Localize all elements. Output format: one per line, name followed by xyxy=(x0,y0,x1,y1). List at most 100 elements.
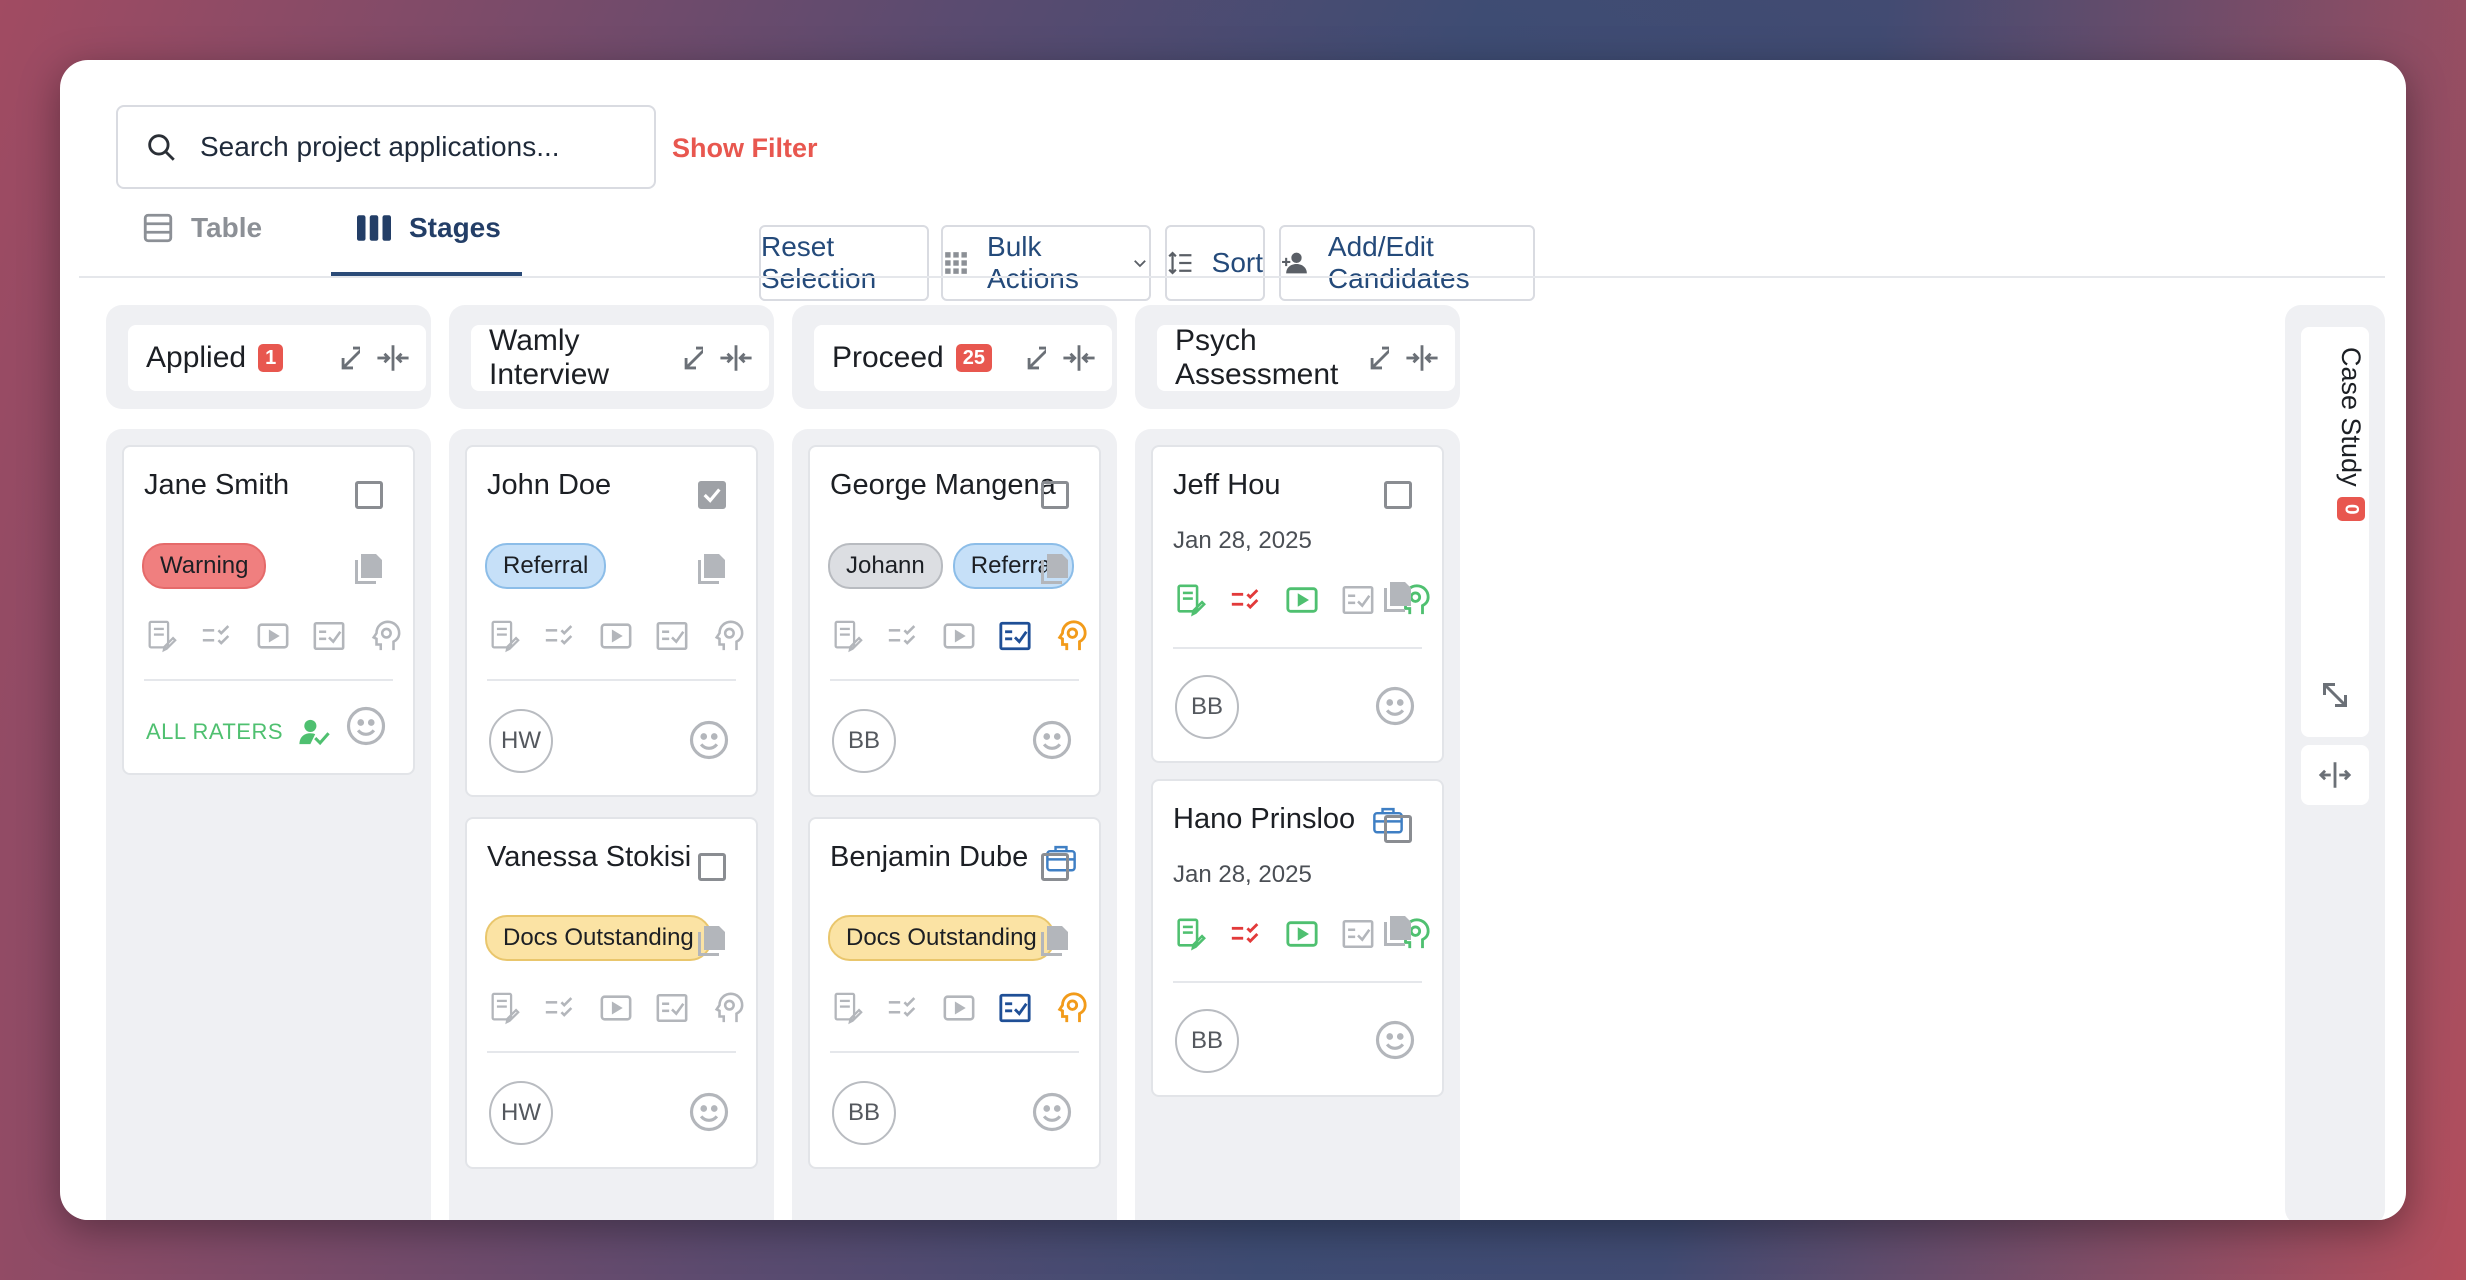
smiley-icon[interactable] xyxy=(1374,685,1416,727)
collapse-column-button[interactable] xyxy=(360,325,426,391)
application-form-icon[interactable] xyxy=(144,619,178,653)
avatar[interactable]: HW xyxy=(489,1081,553,1145)
psych-head-icon[interactable] xyxy=(711,991,745,1025)
add-edit-candidates-button[interactable]: Add/Edit Candidates xyxy=(1279,225,1535,301)
assessment-icon[interactable] xyxy=(655,991,689,1025)
copy-icon[interactable] xyxy=(1035,551,1071,587)
card-divider xyxy=(830,1051,1079,1053)
candidate-name[interactable]: Jeff Hou xyxy=(1173,469,1280,502)
bulk-actions-button[interactable]: Bulk Actions xyxy=(941,225,1151,301)
candidate-checkbox[interactable] xyxy=(1041,853,1069,881)
smiley-icon[interactable] xyxy=(688,719,730,761)
application-form-icon[interactable] xyxy=(487,991,521,1025)
smiley-icon[interactable] xyxy=(1374,1019,1416,1061)
sort-button[interactable]: Sort xyxy=(1165,225,1265,301)
copy-icon[interactable] xyxy=(692,923,728,959)
assessment-icon[interactable] xyxy=(1341,917,1375,951)
search-input[interactable]: Search project applications... xyxy=(116,105,656,189)
copy-icon[interactable] xyxy=(1035,923,1071,959)
candidate-card[interactable]: Vanessa Stokisi Docs Outstanding HW xyxy=(465,817,758,1169)
video-icon[interactable] xyxy=(1285,583,1319,617)
expand-column-button[interactable] xyxy=(2301,745,2369,805)
collapse-column-button[interactable] xyxy=(1046,325,1112,391)
avatar[interactable]: BB xyxy=(1175,675,1239,739)
candidate-checkbox[interactable] xyxy=(1384,481,1412,509)
psych-head-icon[interactable] xyxy=(711,619,745,653)
assessment-icon[interactable] xyxy=(998,991,1032,1025)
video-icon[interactable] xyxy=(599,991,633,1025)
expand-icon[interactable] xyxy=(2317,677,2353,713)
video-icon[interactable] xyxy=(942,619,976,653)
application-form-icon[interactable] xyxy=(1173,917,1207,951)
collapse-column-button[interactable] xyxy=(703,325,769,391)
video-icon[interactable] xyxy=(256,619,290,653)
stage-header-wamly-interview: Wamly Interview 3 xyxy=(449,305,774,409)
candidate-checkbox[interactable] xyxy=(1041,481,1069,509)
candidate-card[interactable]: George Mangena Johann Referral BB xyxy=(808,445,1101,797)
grid-icon xyxy=(945,252,967,274)
application-form-icon[interactable] xyxy=(1173,583,1207,617)
assessment-icon[interactable] xyxy=(312,619,346,653)
collapse-column-button[interactable] xyxy=(1389,325,1455,391)
application-form-icon[interactable] xyxy=(830,619,864,653)
assessment-icon[interactable] xyxy=(1341,583,1375,617)
candidate-name[interactable]: George Mangena xyxy=(830,469,1056,502)
video-icon[interactable] xyxy=(1285,917,1319,951)
candidate-card[interactable]: Hano Prinsloo Jan 28, 2025 BB xyxy=(1151,779,1444,1097)
tab-stages[interactable]: Stages xyxy=(331,187,521,269)
psych-head-icon[interactable] xyxy=(1054,991,1088,1025)
copy-icon[interactable] xyxy=(692,551,728,587)
candidate-checkbox[interactable] xyxy=(698,481,726,509)
assessment-icon[interactable] xyxy=(655,619,689,653)
checklist-icon[interactable] xyxy=(886,619,920,653)
stage-column-case-study-collapsed: Case Study 0 xyxy=(2285,305,2385,1220)
candidate-checkbox[interactable] xyxy=(698,853,726,881)
copy-icon[interactable] xyxy=(1378,579,1414,615)
video-icon[interactable] xyxy=(599,619,633,653)
card-divider xyxy=(1173,981,1422,983)
candidate-card[interactable]: Jeff Hou Jan 28, 2025 BB xyxy=(1151,445,1444,763)
application-form-icon[interactable] xyxy=(487,619,521,653)
smiley-icon[interactable] xyxy=(688,1091,730,1133)
stage-header-psych-assessment: Psych Assessment 2 xyxy=(1135,305,1460,409)
checklist-icon[interactable] xyxy=(1229,917,1263,951)
candidate-tags: Referral xyxy=(485,543,607,589)
smiley-icon[interactable] xyxy=(1031,719,1073,761)
stage-title-bar: Applied 1 xyxy=(128,325,388,391)
status-icons xyxy=(830,619,1088,653)
tab-table[interactable]: Table xyxy=(141,187,262,269)
candidate-card[interactable]: Jane Smith Warning ALL RATERS xyxy=(122,445,415,775)
checklist-icon[interactable] xyxy=(200,619,234,653)
all-raters-link[interactable]: ALL RATERS xyxy=(146,717,331,747)
avatar[interactable]: BB xyxy=(832,709,896,773)
candidate-name[interactable]: Vanessa Stokisi xyxy=(487,841,691,874)
copy-icon[interactable] xyxy=(349,551,385,587)
collapsed-stage-title[interactable]: Case Study 0 xyxy=(2301,327,2369,737)
avatar[interactable]: BB xyxy=(1175,1009,1239,1073)
avatar[interactable]: BB xyxy=(832,1081,896,1145)
show-filter-link[interactable]: Show Filter xyxy=(672,133,818,164)
checklist-icon[interactable] xyxy=(543,991,577,1025)
smiley-icon[interactable] xyxy=(1031,1091,1073,1133)
candidate-card[interactable]: John Doe Referral HW xyxy=(465,445,758,797)
candidate-checkbox[interactable] xyxy=(1384,815,1412,843)
assessment-icon[interactable] xyxy=(998,619,1032,653)
video-icon[interactable] xyxy=(942,991,976,1025)
copy-icon[interactable] xyxy=(1378,913,1414,949)
candidate-name[interactable]: John Doe xyxy=(487,469,611,502)
smiley-icon[interactable] xyxy=(345,705,387,747)
stage-count-badge: 0 xyxy=(2336,496,2365,522)
candidate-checkbox[interactable] xyxy=(355,481,383,509)
candidate-name[interactable]: Hano Prinsloo xyxy=(1173,803,1405,836)
candidate-card[interactable]: Benjamin Dube Docs Outstanding BB xyxy=(808,817,1101,1169)
checklist-icon[interactable] xyxy=(886,991,920,1025)
sort-label: Sort xyxy=(1211,247,1263,278)
application-form-icon[interactable] xyxy=(830,991,864,1025)
checklist-icon[interactable] xyxy=(1229,583,1263,617)
avatar[interactable]: HW xyxy=(489,709,553,773)
psych-head-icon[interactable] xyxy=(1054,619,1088,653)
candidate-name[interactable]: Jane Smith xyxy=(144,469,289,502)
psych-head-icon[interactable] xyxy=(368,619,402,653)
checklist-icon[interactable] xyxy=(543,619,577,653)
reset-selection-button[interactable]: Reset Selection xyxy=(759,225,929,301)
